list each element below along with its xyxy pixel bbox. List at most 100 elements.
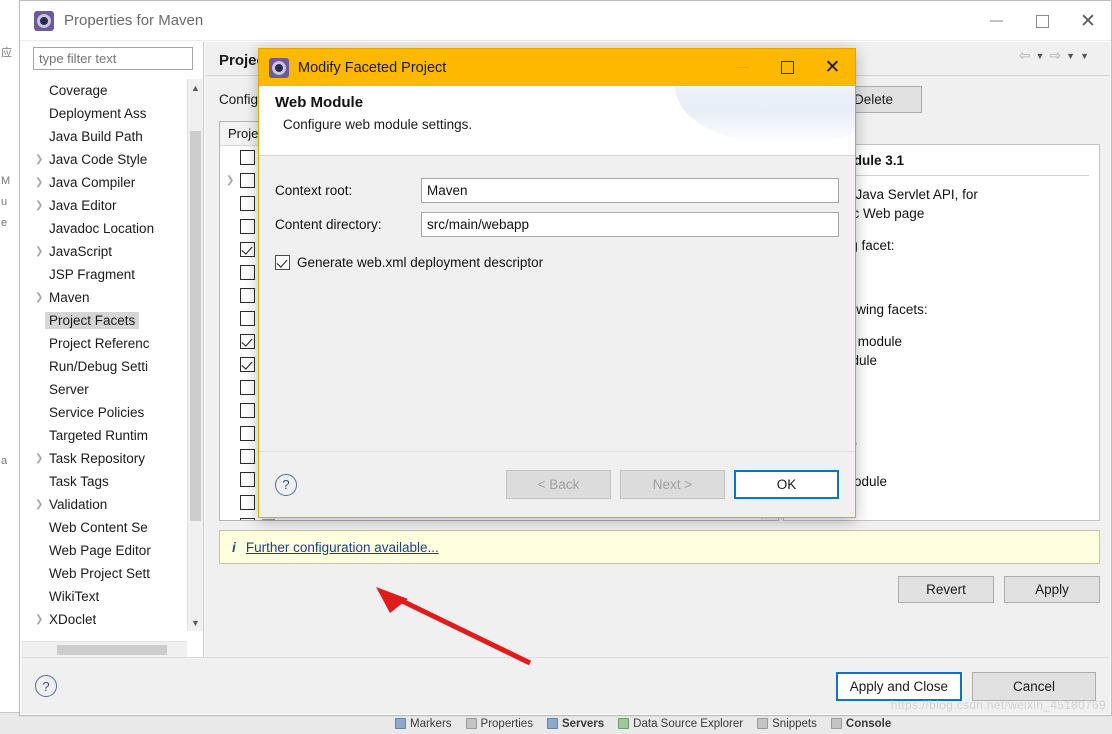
forward-arrow-icon[interactable]: ⇨ bbox=[1049, 47, 1061, 64]
facet-checkbox[interactable] bbox=[240, 288, 255, 303]
facet-checkbox[interactable] bbox=[240, 495, 255, 510]
tree-item-service-policies[interactable]: Service Policies bbox=[21, 401, 203, 424]
back-dropdown-icon[interactable]: ▼ bbox=[1036, 51, 1045, 61]
tree-item-jsp-fragment[interactable]: JSP Fragment bbox=[21, 263, 203, 286]
tree-item-deployment-assembly[interactable]: Deployment Ass bbox=[21, 102, 203, 125]
next-button[interactable]: Next > bbox=[620, 470, 725, 499]
further-configuration-link[interactable]: Further configuration available... bbox=[246, 540, 439, 555]
facet-checkbox[interactable] bbox=[240, 242, 255, 257]
revert-button[interactable]: Revert bbox=[898, 576, 994, 603]
eclipse-gear-icon bbox=[34, 10, 54, 31]
facet-checkbox[interactable] bbox=[240, 311, 255, 326]
maximize-button[interactable] bbox=[1019, 1, 1065, 41]
help-icon[interactable]: ? bbox=[35, 675, 57, 697]
expand-arrow-icon[interactable]: ❯ bbox=[35, 453, 49, 464]
tree-item-wikitext[interactable]: WikiText bbox=[21, 585, 203, 608]
tree-item-coverage[interactable]: Coverage bbox=[21, 79, 203, 102]
expand-arrow-icon[interactable]: ❯ bbox=[35, 292, 49, 303]
scroll-down-icon[interactable]: ▼ bbox=[188, 614, 203, 631]
sidebar-horizontal-scrollbar[interactable] bbox=[21, 641, 187, 657]
view-tab-label: Snippets bbox=[772, 717, 817, 730]
filter-input[interactable] bbox=[33, 47, 193, 70]
tree-item-run-debug-settings[interactable]: Run/Debug Setti bbox=[21, 355, 203, 378]
apply-button[interactable]: Apply bbox=[1004, 576, 1100, 603]
facet-checkbox[interactable] bbox=[240, 449, 255, 464]
apply-and-close-button[interactable]: Apply and Close bbox=[835, 671, 962, 701]
tree-item-label: JavaScript bbox=[49, 244, 113, 259]
ok-button[interactable]: OK bbox=[734, 470, 839, 499]
facet-checkbox[interactable] bbox=[240, 173, 255, 188]
modal-minimize-button[interactable] bbox=[720, 49, 765, 86]
back-arrow-icon[interactable]: ⇦ bbox=[1019, 47, 1031, 64]
menu-dropdown-icon[interactable]: ▼ bbox=[1080, 51, 1089, 61]
tree-item-web-content-settings[interactable]: Web Content Se bbox=[21, 516, 203, 539]
settings-tree[interactable]: Coverage Deployment Ass Java Build Path … bbox=[21, 79, 203, 631]
view-tab-data-source-explorer[interactable]: Data Source Explorer bbox=[618, 718, 743, 730]
close-button[interactable]: ✕ bbox=[1065, 1, 1111, 41]
facet-checkbox[interactable] bbox=[240, 219, 255, 234]
facet-checkbox[interactable] bbox=[240, 265, 255, 280]
modal-close-button[interactable]: ✕ bbox=[810, 49, 855, 86]
tree-item-web-page-editor[interactable]: Web Page Editor bbox=[21, 539, 203, 562]
tree-item-project-references[interactable]: Project Referenc bbox=[21, 332, 203, 355]
tree-item-java-compiler[interactable]: ❯ Java Compiler bbox=[21, 171, 203, 194]
tree-item-validation[interactable]: ❯ Validation bbox=[21, 493, 203, 516]
view-tab-servers[interactable]: Servers bbox=[546, 717, 605, 730]
tree-item-targeted-runtimes[interactable]: Targeted Runtim bbox=[21, 424, 203, 447]
view-tab-label: Servers bbox=[561, 717, 605, 730]
scrollbar-thumb[interactable] bbox=[57, 645, 167, 655]
facet-checkbox[interactable] bbox=[240, 518, 255, 520]
tree-item-javadoc-location[interactable]: Javadoc Location bbox=[21, 217, 203, 240]
expand-arrow-icon[interactable]: ❯ bbox=[35, 499, 49, 510]
view-tab-label: Console bbox=[845, 717, 892, 730]
facet-checkbox[interactable] bbox=[240, 196, 255, 211]
facet-icon bbox=[262, 518, 275, 520]
tree-item-label: Run/Debug Setti bbox=[49, 359, 149, 374]
context-root-input[interactable] bbox=[421, 178, 839, 203]
tree-item-server[interactable]: Server bbox=[21, 378, 203, 401]
modal-help-icon[interactable]: ? bbox=[275, 473, 297, 496]
content-directory-input[interactable] bbox=[421, 212, 839, 237]
expand-arrow-icon[interactable]: ❯ bbox=[35, 200, 49, 211]
tree-item-label: Task Tags bbox=[49, 474, 109, 489]
view-tab-properties[interactable]: Properties bbox=[465, 718, 533, 730]
navigation-history-icons: ⇦ ▼ ⇨ ▼ ▼ bbox=[1019, 47, 1089, 64]
facet-checkbox[interactable] bbox=[240, 403, 255, 418]
view-tab-snippets[interactable]: Snippets bbox=[757, 718, 817, 730]
back-button[interactable]: < Back bbox=[506, 470, 611, 499]
tree-item-javascript[interactable]: ❯ JavaScript bbox=[21, 240, 203, 263]
facet-checkbox[interactable] bbox=[240, 357, 255, 372]
tree-item-project-facets[interactable]: Project Facets bbox=[21, 309, 203, 332]
forward-dropdown-icon[interactable]: ▼ bbox=[1066, 51, 1075, 61]
tree-item-web-project-settings[interactable]: Web Project Sett bbox=[21, 562, 203, 585]
scroll-up-icon[interactable]: ▲ bbox=[188, 79, 203, 96]
expand-arrow-icon[interactable]: ❯ bbox=[35, 154, 49, 165]
tree-item-task-repository[interactable]: ❯ Task Repository bbox=[21, 447, 203, 470]
view-tab-markers[interactable]: Markers bbox=[395, 718, 452, 730]
facet-checkbox[interactable] bbox=[240, 472, 255, 487]
view-tab-console[interactable]: Console bbox=[830, 717, 892, 730]
scrollbar-thumb[interactable] bbox=[190, 131, 201, 521]
generate-webxml-checkbox[interactable] bbox=[275, 255, 290, 270]
expand-arrow-icon[interactable]: ❯ bbox=[35, 177, 49, 188]
facet-checkbox[interactable] bbox=[240, 380, 255, 395]
tree-item-java-code-style[interactable]: ❯ Java Code Style bbox=[21, 148, 203, 171]
facet-checkbox[interactable] bbox=[240, 426, 255, 441]
tree-item-java-build-path[interactable]: Java Build Path bbox=[21, 125, 203, 148]
tree-item-label: Coverage bbox=[49, 83, 108, 98]
facet-checkbox[interactable] bbox=[240, 150, 255, 165]
tree-item-task-tags[interactable]: Task Tags bbox=[21, 470, 203, 493]
sidebar-vertical-scrollbar[interactable]: ▲ ▼ bbox=[187, 79, 203, 631]
minimize-button[interactable] bbox=[973, 1, 1019, 41]
generate-webxml-row[interactable]: Generate web.xml deployment descriptor bbox=[275, 255, 839, 270]
expand-arrow-icon[interactable]: ❯ bbox=[35, 614, 49, 625]
modal-maximize-button[interactable] bbox=[765, 49, 810, 86]
facet-checkbox[interactable] bbox=[240, 334, 255, 349]
tree-item-maven[interactable]: ❯ Maven bbox=[21, 286, 203, 309]
expand-arrow-icon[interactable]: ❯ bbox=[226, 175, 240, 186]
tree-item-java-editor[interactable]: ❯ Java Editor bbox=[21, 194, 203, 217]
tree-item-label: Validation bbox=[49, 497, 108, 512]
expand-arrow-icon[interactable]: ❯ bbox=[35, 246, 49, 257]
tree-item-xdoclet[interactable]: ❯ XDoclet bbox=[21, 608, 203, 631]
cancel-button[interactable]: Cancel bbox=[972, 671, 1096, 701]
